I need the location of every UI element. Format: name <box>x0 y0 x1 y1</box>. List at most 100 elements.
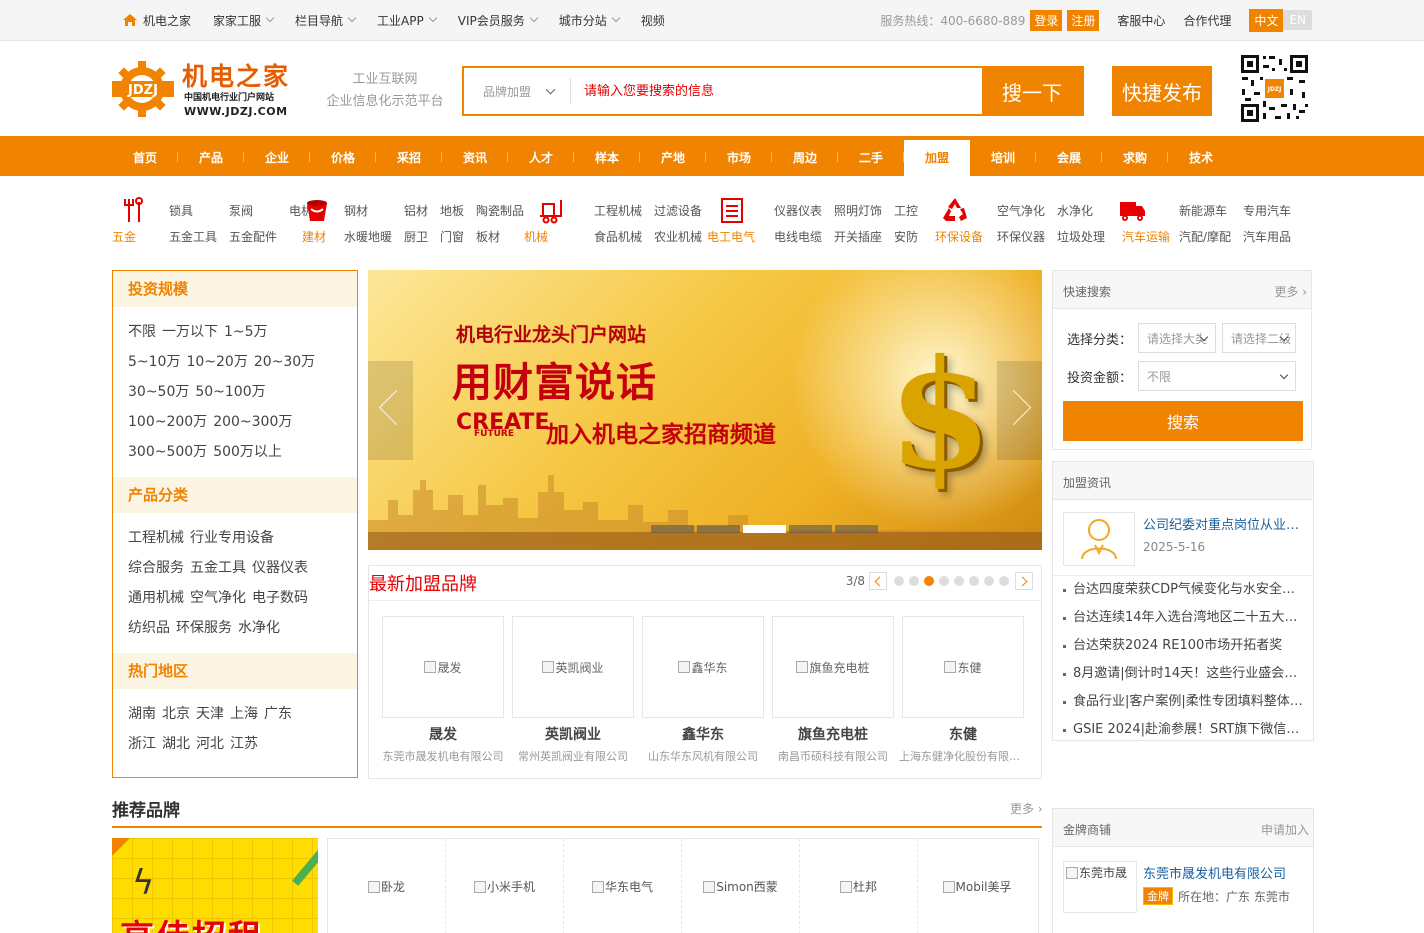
brand-name[interactable]: 鑫华东 <box>642 724 764 744</box>
filter-option[interactable]: 5~10万 <box>128 354 186 370</box>
category-name[interactable]: 环保设备 <box>935 228 983 245</box>
category-link[interactable]: 垃圾处理 <box>1057 228 1105 245</box>
brand-company[interactable]: 东莞市晟发机电有限公司 <box>379 748 507 764</box>
nav-item[interactable]: 技术 <box>1168 136 1234 176</box>
brand-name[interactable]: 晟发 <box>382 724 504 744</box>
brand-image[interactable]: 旗鱼充电桩 <box>772 616 894 718</box>
pager-dot[interactable] <box>998 576 1009 586</box>
nav-item[interactable]: 产品 <box>178 136 244 176</box>
filter-option[interactable]: 行业专用设备 <box>190 530 280 546</box>
news-item[interactable]: GSIE 2024|赴渝参展！SRT旗下微信小程序上线 <box>1063 716 1307 744</box>
top-nav-item[interactable]: 工业APP <box>377 12 437 29</box>
brand-card[interactable]: 鑫华东 鑫华东 山东华东风机有限公司 <box>642 616 764 764</box>
category-link[interactable]: 锁具 <box>169 202 217 219</box>
filter-option[interactable]: 江苏 <box>230 736 264 752</box>
category-link[interactable]: 板材 <box>476 228 524 245</box>
filter-option[interactable]: 环保服务 <box>176 620 238 636</box>
brand-company[interactable]: 常州英凯阀业有限公司 <box>509 748 637 764</box>
recommended-more-link[interactable]: 更多 › <box>1010 800 1043 817</box>
category-link[interactable]: 五金工具 <box>169 228 217 245</box>
investment-amount-select[interactable]: 不限 <box>1138 361 1297 391</box>
category-link[interactable]: 开关插座 <box>834 228 882 245</box>
top-nav-item[interactable]: 栏目导航 <box>295 12 357 29</box>
filter-option[interactable]: 200~300万 <box>213 414 298 430</box>
brand-card[interactable]: 东健 东健 上海东健净化股份有限公司 <box>899 616 1027 764</box>
brand-name[interactable]: 旗鱼充电桩 <box>772 724 894 744</box>
nav-item[interactable]: 资讯 <box>442 136 508 176</box>
search-input[interactable] <box>584 76 964 106</box>
news-item[interactable]: 台达荣获2024 RE100市场开拓者奖 <box>1063 632 1307 660</box>
news-item[interactable]: 8月邀请|倒计时14天！这些行业盛会等你来 <box>1063 660 1307 688</box>
banner-indicator-dot[interactable] <box>835 525 878 533</box>
filter-option[interactable]: 通用机械 <box>128 590 190 606</box>
category-link[interactable]: 空气净化 <box>997 202 1045 219</box>
top-nav-item[interactable]: 视频 <box>641 12 665 29</box>
filter-option[interactable]: 100~200万 <box>128 414 213 430</box>
lang-english-button[interactable]: EN <box>1283 10 1312 30</box>
recommended-brand-logo[interactable]: 华东电气 <box>564 839 682 933</box>
news-item[interactable]: 食品行业|客户案例|柔性专团填料整体解决方案 <box>1063 688 1307 716</box>
category-name[interactable]: 汽车运输 <box>1122 228 1170 245</box>
category-link[interactable]: 食品机械 <box>594 228 642 245</box>
filter-option[interactable]: 水净化 <box>238 620 286 636</box>
brand-card[interactable]: 旗鱼充电桩 旗鱼充电桩 南昌币硕科技有限公司 <box>772 616 894 764</box>
filter-option[interactable]: 空气净化 <box>190 590 252 606</box>
pager-dot[interactable] <box>938 576 949 586</box>
filter-option[interactable]: 工程机械 <box>128 530 190 546</box>
nav-item[interactable]: 价格 <box>310 136 376 176</box>
category-link[interactable]: 安防 <box>894 228 918 245</box>
nav-item[interactable]: 求购 <box>1102 136 1168 176</box>
nav-item[interactable]: 采招 <box>376 136 442 176</box>
category-link[interactable]: 铝材 <box>404 202 428 219</box>
brand-company[interactable]: 上海东健净化股份有限公司 <box>899 748 1027 764</box>
recommended-brand-logo[interactable]: Mobil美孚 <box>918 839 1036 933</box>
site-logo[interactable]: JDZJ 机电之家 中国机电行业门户网站 WWW.JDZJ.COM <box>112 55 297 123</box>
filter-option[interactable]: 30~50万 <box>128 384 195 400</box>
nav-item[interactable]: 加盟 <box>904 140 970 176</box>
recommended-brand-logo[interactable]: 杜邦 <box>800 839 918 933</box>
filter-option[interactable]: 1~5万 <box>224 324 274 340</box>
brand-image[interactable]: 鑫华东 <box>642 616 764 718</box>
pager-dot[interactable] <box>893 576 904 586</box>
news-item[interactable]: 台达连续14年入选台湾地区二十五大国际品牌 <box>1063 604 1307 632</box>
filter-option[interactable]: 北京 <box>162 706 196 722</box>
recommended-brand-logo[interactable]: 小米手机 <box>446 839 564 933</box>
filter-option[interactable]: 五金工具 <box>190 560 252 576</box>
nav-item[interactable]: 二手 <box>838 136 904 176</box>
banner-indicator-dot[interactable] <box>651 525 694 533</box>
category-link[interactable]: 门窗 <box>440 228 464 245</box>
category-link[interactable]: 专用汽车 <box>1243 202 1291 219</box>
news-item[interactable]: 台达四度荣获CDP气候变化与水安全双A评级 <box>1063 576 1307 604</box>
quick-publish-button[interactable]: 快捷发布 <box>1112 66 1212 116</box>
filter-option[interactable]: 上海 <box>230 706 264 722</box>
pager-prev-button[interactable] <box>869 572 887 590</box>
brand-company[interactable]: 南昌币硕科技有限公司 <box>769 748 897 764</box>
banner-indicator-dot[interactable] <box>743 525 786 533</box>
top-nav-item[interactable]: VIP会员服务 <box>458 12 538 29</box>
partner-agent-link[interactable]: 合作代理 <box>1183 12 1231 29</box>
filter-option[interactable]: 浙江 <box>128 736 162 752</box>
category-name[interactable]: 机械 <box>524 228 548 245</box>
gold-shop-name[interactable]: 东莞市晟发机电有限公司 <box>1143 863 1286 882</box>
banner-prev-arrow[interactable] <box>368 361 413 460</box>
top-nav-item[interactable]: 城市分站 <box>559 12 620 29</box>
category-link[interactable]: 水净化 <box>1057 202 1105 219</box>
category-link[interactable]: 照明灯饰 <box>834 202 882 219</box>
category-name[interactable]: 电工电气 <box>707 228 755 245</box>
top-nav-item[interactable]: 机电之家 <box>122 12 191 29</box>
filter-option[interactable]: 综合服务 <box>128 560 190 576</box>
search-category-select[interactable]: 品牌加盟 <box>464 68 570 114</box>
category-link[interactable]: 陶瓷制品 <box>476 202 524 219</box>
filter-option[interactable]: 湖南 <box>128 706 162 722</box>
filter-option[interactable]: 电子数码 <box>252 590 314 606</box>
banner-next-arrow[interactable] <box>997 361 1042 460</box>
nav-item[interactable]: 会展 <box>1036 136 1102 176</box>
filter-option[interactable]: 湖北 <box>162 736 196 752</box>
brand-card[interactable]: 晟发 晟发 东莞市晟发机电有限公司 <box>382 616 504 764</box>
top-nav-item[interactable]: 家家工服 <box>213 12 275 29</box>
quick-search-button[interactable]: 搜索 <box>1063 401 1303 441</box>
filter-option[interactable]: 500万以上 <box>213 444 288 460</box>
promo-ad-banner[interactable]: ϟ 高佳招租 <box>112 838 318 933</box>
login-button[interactable]: 登录 <box>1030 9 1063 31</box>
pager-next-button[interactable] <box>1015 572 1033 590</box>
